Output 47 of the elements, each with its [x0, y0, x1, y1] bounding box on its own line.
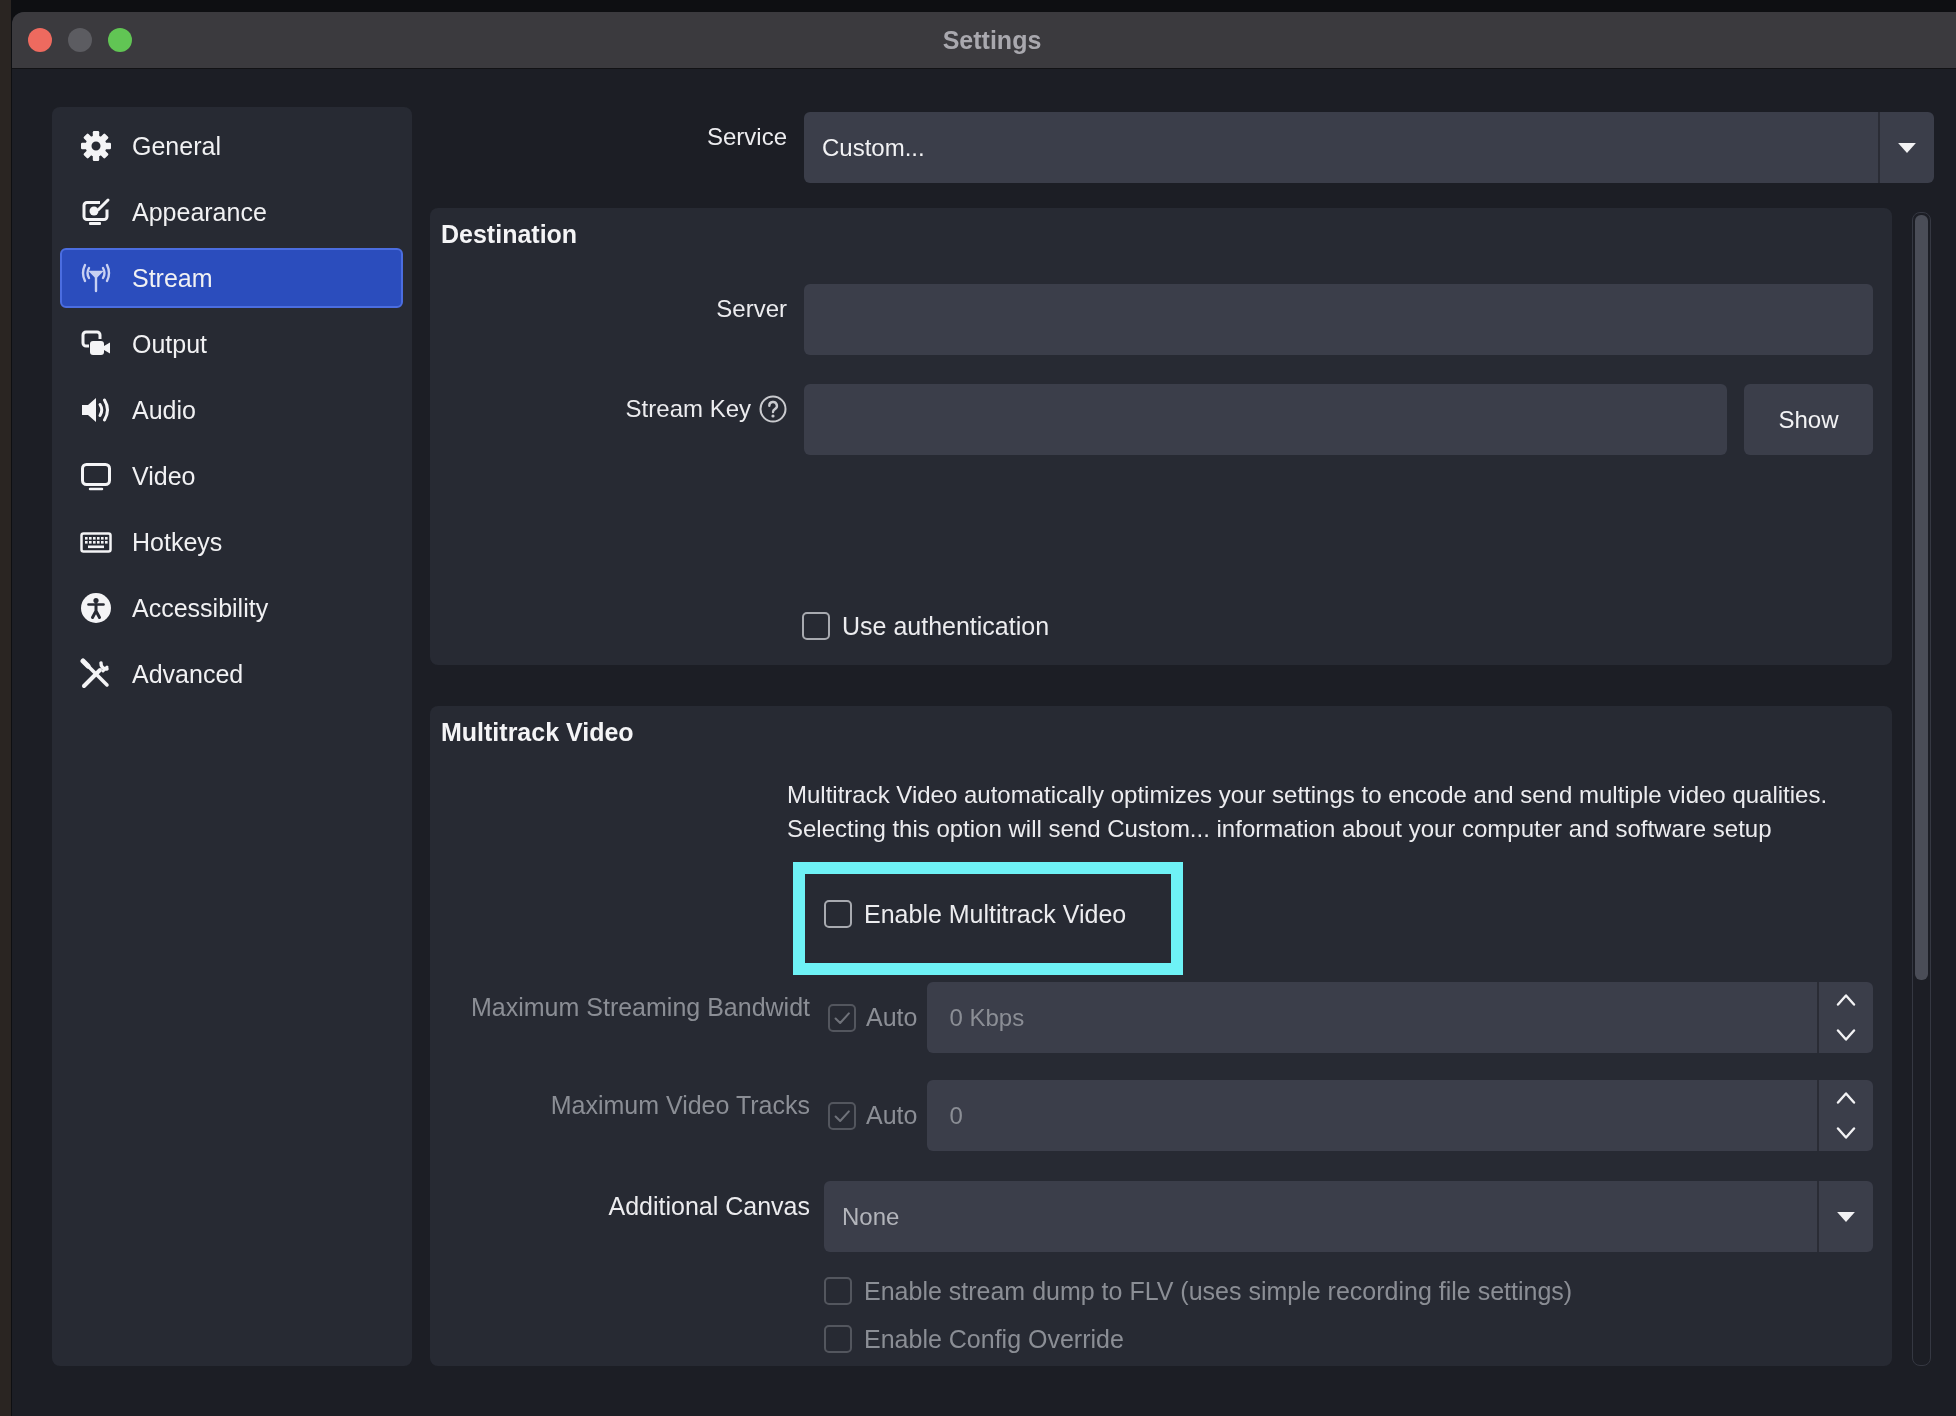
- checkbox-label: Auto: [866, 1003, 918, 1032]
- gear-icon: [80, 130, 112, 162]
- help-icon[interactable]: [759, 395, 787, 423]
- field-label: Service: [705, 122, 787, 152]
- antenna-icon: [80, 262, 112, 294]
- sidebar-item[interactable]: Hotkeys: [60, 512, 403, 572]
- sidebar-item[interactable]: Appearance: [60, 182, 403, 242]
- checkbox-label: Enable Config Override: [864, 1324, 1124, 1354]
- chevron-down-icon[interactable]: [1836, 1127, 1856, 1140]
- sidebar-item[interactable]: Advanced: [60, 644, 403, 704]
- sidebar-item[interactable]: Audio: [60, 380, 403, 440]
- field-label: Maximum Video Tracks: [549, 1090, 810, 1121]
- checkbox-label: Enable Multitrack Video: [864, 899, 1127, 929]
- scrollbar[interactable]: [1912, 212, 1931, 1366]
- sidebar-item[interactable]: General: [60, 116, 403, 176]
- checkbox-label: Use authentication: [842, 611, 1050, 641]
- show-button[interactable]: Show: [1744, 384, 1873, 455]
- group-title: Multitrack Video: [441, 718, 634, 746]
- sidebar-item[interactable]: Stream: [60, 248, 403, 308]
- close-button[interactable]: [28, 28, 52, 52]
- service-dropdown[interactable]: Custom...: [804, 112, 1934, 183]
- field-label: Additional Canvas: [607, 1191, 810, 1222]
- canvas-dropdown[interactable]: None: [824, 1181, 1873, 1252]
- field-label: Maximum Streaming Bandwidt: [470, 992, 810, 1023]
- chevron-up-icon[interactable]: [1836, 993, 1856, 1006]
- checkbox[interactable]: [802, 612, 830, 640]
- sidebar-item[interactable]: Accessibility: [60, 578, 403, 638]
- caret-down-icon[interactable]: [1837, 1211, 1855, 1222]
- window-title: Settings: [942, 25, 1042, 55]
- tools-icon: [80, 658, 112, 690]
- description-text: Multitrack Video automatically optimizes your settings to encode and send multiple video qualities. Selecting this option will send Custom... information about your computer and software setup: [787, 780, 1829, 844]
- checkbox-label: Enable stream dump to FLV (uses simple recording file settings): [864, 1276, 1573, 1306]
- sidebar-item[interactable]: Video: [60, 446, 403, 506]
- field-label: Stream Key: [625, 394, 751, 424]
- chevron-up-icon[interactable]: [1836, 1091, 1856, 1104]
- checkbox[interactable]: [824, 900, 852, 928]
- checkbox-label: Auto: [866, 1101, 918, 1130]
- sidebar-item[interactable]: Output: [60, 314, 403, 374]
- caret-down-icon[interactable]: [1898, 142, 1916, 153]
- monitor-pen-icon: [80, 196, 112, 228]
- field-label: Server: [715, 294, 787, 324]
- scrollbar-thumb[interactable]: [1915, 215, 1928, 980]
- monitor-icon: [80, 460, 112, 492]
- group-title: Destination: [441, 220, 578, 248]
- chevron-down-icon[interactable]: [1836, 1029, 1856, 1042]
- zoom-button[interactable]: [108, 28, 132, 52]
- accessibility-icon: [80, 592, 112, 624]
